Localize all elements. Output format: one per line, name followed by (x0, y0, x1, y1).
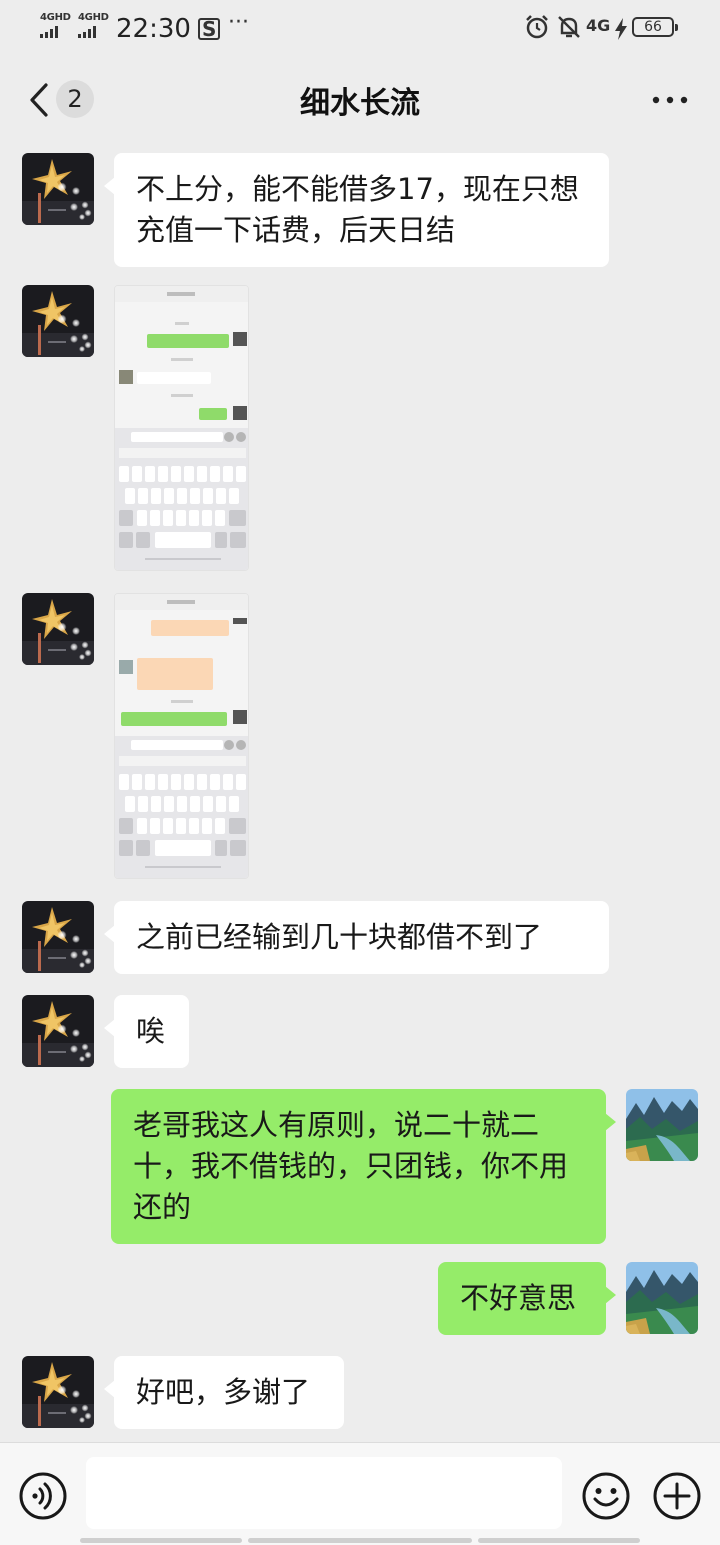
message-bubble-incoming[interactable]: 好吧，多谢了 (104, 1356, 344, 1429)
nav-indicator (248, 1538, 472, 1543)
chat-screenshot-image (115, 286, 249, 571)
cellular-type: 4G (586, 16, 611, 35)
contact-avatar[interactable] (22, 153, 94, 225)
contact-avatar[interactable] (22, 593, 94, 665)
signal-icon (40, 26, 58, 38)
contact-avatar[interactable] (22, 901, 94, 973)
charging-icon (615, 18, 627, 40)
mute-bell-icon (558, 16, 580, 38)
image-message-thumbnail[interactable] (114, 593, 249, 879)
message-bubble-incoming[interactable]: 之前已经输到几十块都借不到了 (104, 901, 609, 974)
status-bar: 4GHD 4GHD 22:30 S ··· 4G 66 (0, 0, 720, 58)
self-avatar[interactable] (626, 1262, 698, 1334)
image-message-thumbnail[interactable] (114, 285, 249, 571)
battery-indicator: 66 (632, 17, 678, 37)
signal-icon-2 (78, 26, 96, 38)
chat-screenshot-image (115, 594, 249, 879)
contact-avatar[interactable] (22, 995, 94, 1067)
chat-title: 细水长流 (300, 86, 420, 121)
contact-avatar[interactable] (22, 285, 94, 357)
message-bubble-incoming[interactable]: 唉 (104, 995, 189, 1068)
notification-icon: S (198, 18, 221, 40)
more-options-icon[interactable] (650, 92, 690, 108)
self-avatar[interactable] (626, 1089, 698, 1161)
nav-indicator (478, 1538, 640, 1543)
message-bubble-incoming[interactable]: 不上分，能不能借多17，现在只想充值一下话费，后天日结 (104, 153, 609, 267)
emoji-icon[interactable] (581, 1471, 631, 1521)
voice-input-icon[interactable] (18, 1471, 68, 1521)
plus-more-icon[interactable] (652, 1471, 702, 1521)
chat-header: 2 细水长流 (0, 58, 720, 142)
network-type-1: 4GHD (40, 12, 71, 23)
nav-indicator (80, 1538, 242, 1543)
status-more-indicator: ··· (228, 10, 249, 35)
message-input[interactable] (86, 1457, 562, 1529)
status-time: 22:30 (116, 14, 191, 44)
alarm-icon (526, 15, 548, 39)
network-type-2: 4GHD (78, 12, 109, 23)
chat-input-bar (0, 1442, 720, 1545)
message-bubble-outgoing[interactable]: 不好意思 (438, 1262, 616, 1335)
message-bubble-outgoing[interactable]: 老哥我这人有原则，说二十就二十，我不借钱的，只团钱，你不用还的 (111, 1089, 616, 1244)
contact-avatar[interactable] (22, 1356, 94, 1428)
